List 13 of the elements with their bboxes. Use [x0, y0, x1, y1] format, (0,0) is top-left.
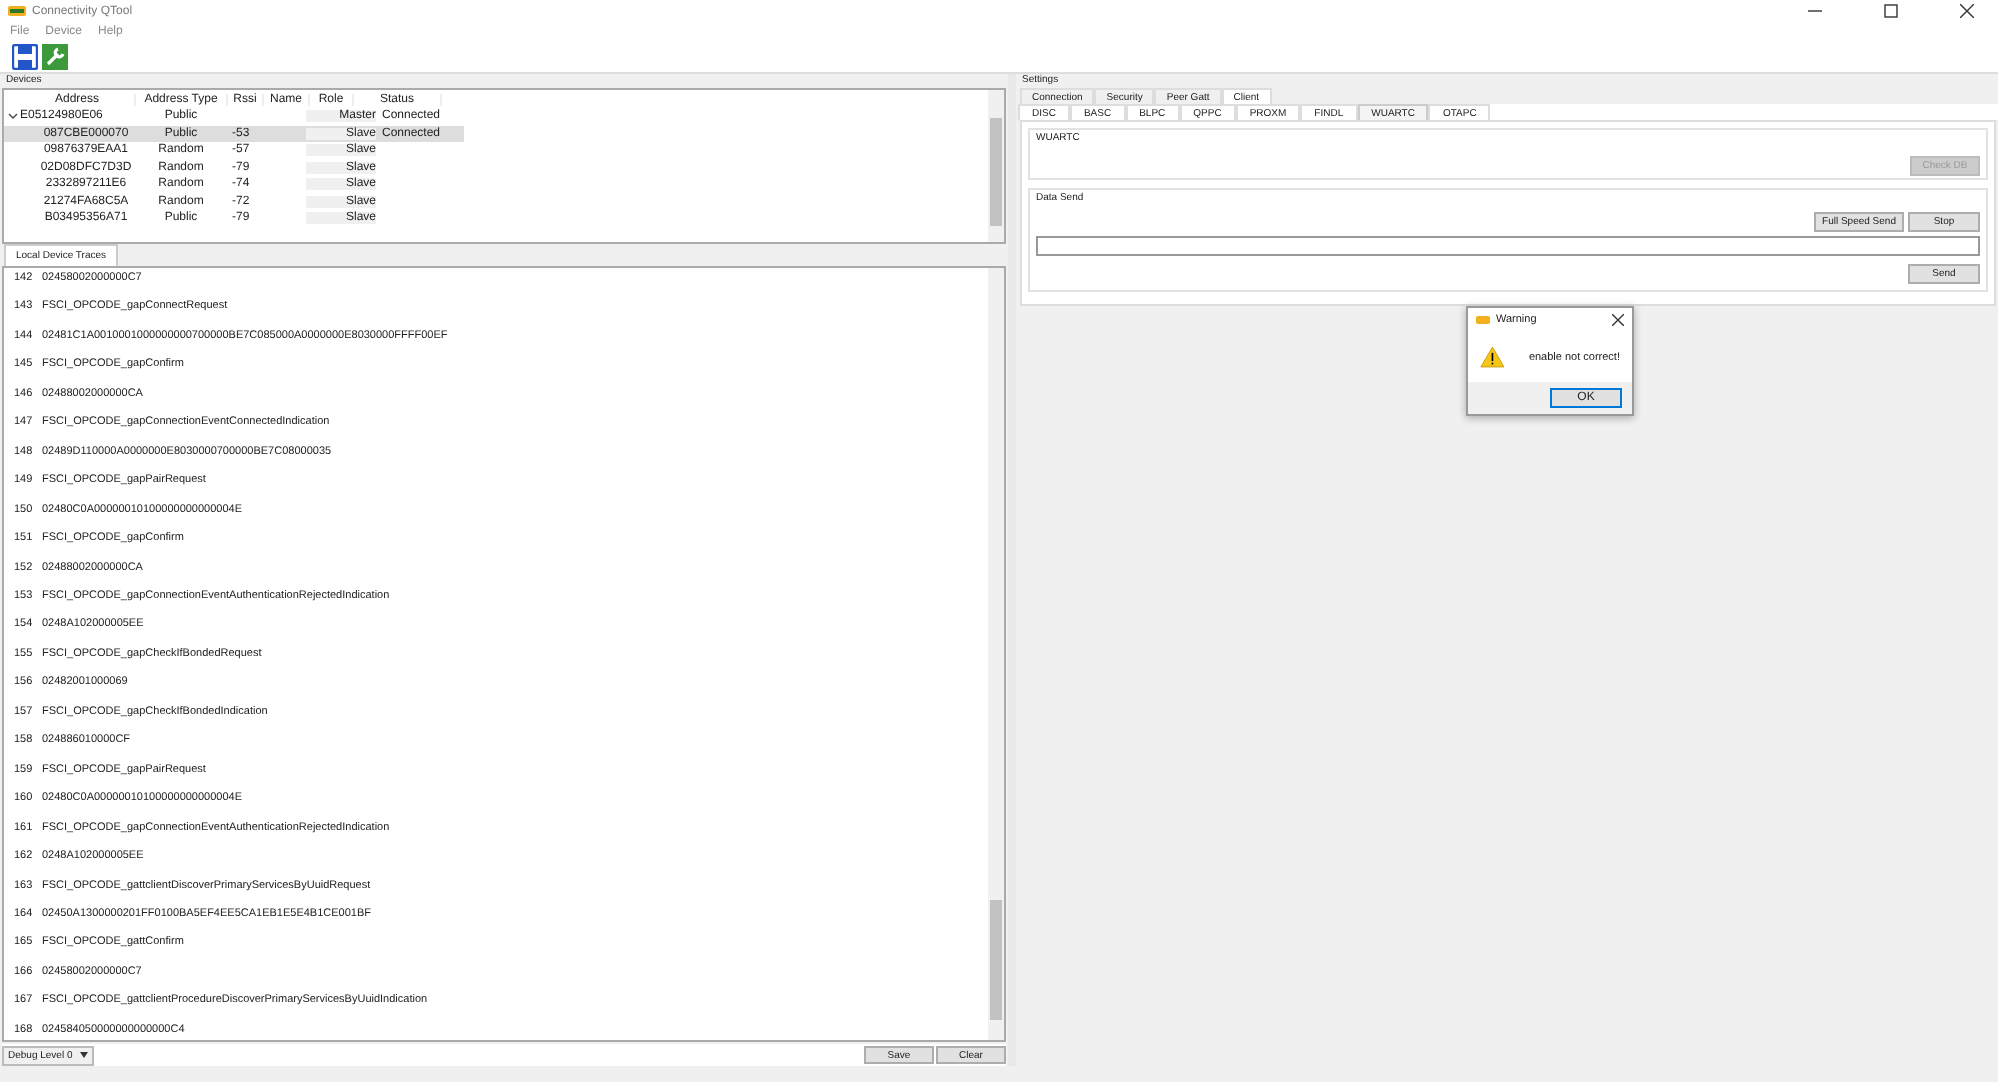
dropdown-caret-icon: [80, 1052, 89, 1058]
minimize-icon[interactable]: [1808, 4, 1822, 18]
warning-icon: [1480, 344, 1505, 370]
scrollbar[interactable]: [988, 90, 1004, 242]
close-icon[interactable]: [1612, 314, 1624, 326]
save-icon[interactable]: [12, 44, 38, 70]
wrench-icon[interactable]: [42, 44, 68, 70]
maximize-icon[interactable]: [1884, 4, 1898, 18]
app-logo-icon: [8, 6, 26, 16]
data-input-field[interactable]: [1036, 236, 1980, 256]
scrollbar[interactable]: [988, 268, 1004, 1040]
app-logo-icon: [1476, 316, 1490, 324]
close-icon[interactable]: [1960, 4, 1974, 18]
